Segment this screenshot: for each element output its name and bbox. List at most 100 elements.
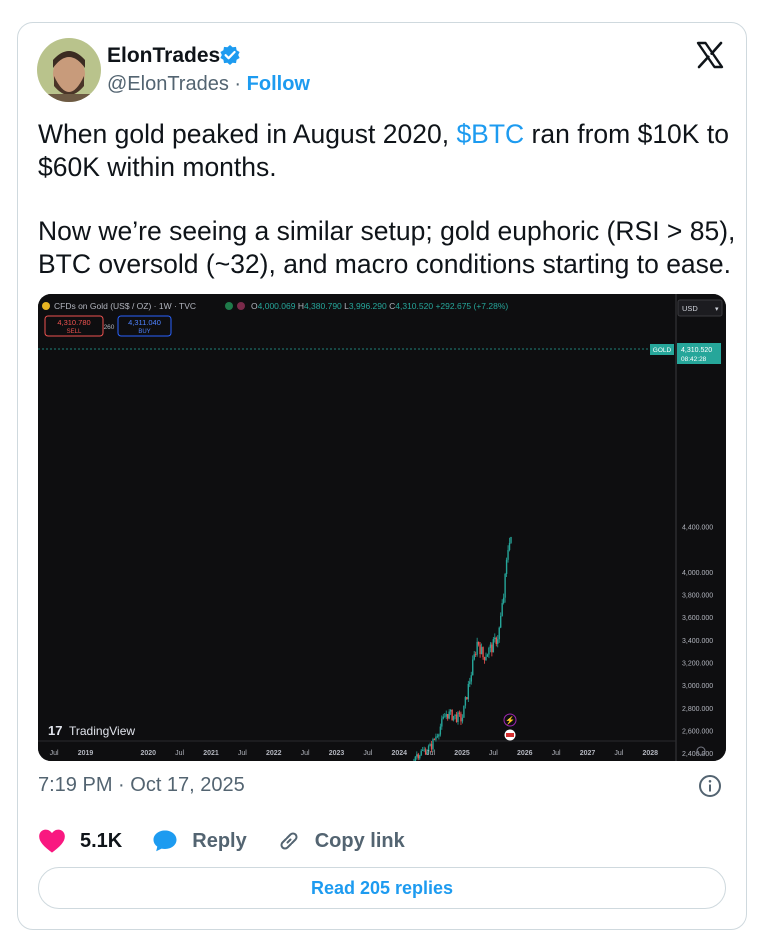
x-tick-label: Jul: [238, 750, 247, 757]
y-tick-label: 4,000.000: [682, 570, 713, 577]
candle-body: [464, 697, 467, 706]
candle-body: [454, 714, 456, 716]
candle-body: [460, 713, 462, 722]
candle-body: [439, 726, 442, 735]
like-count: 5.1K: [80, 829, 123, 852]
market-status-icon: [225, 302, 233, 310]
candle-body: [455, 714, 458, 722]
reply-label: Reply: [192, 829, 247, 852]
cashtag-link[interactable]: $BTC: [456, 119, 524, 149]
x-tick-label: 2027: [580, 750, 596, 757]
candle-body: [488, 647, 490, 655]
link-icon: [280, 832, 298, 850]
candle-body: [485, 656, 487, 661]
sell-label: SELL: [67, 329, 82, 335]
tweet-text: When gold peaked in August 2020, $BTC ra…: [38, 118, 738, 281]
candle-body: [420, 750, 422, 756]
candle-body: [438, 734, 440, 737]
candle-body: [448, 711, 450, 719]
currency-label: USD: [682, 304, 698, 313]
tweet-text-part: When gold peaked in August 2020,: [38, 119, 457, 149]
like-button[interactable]: 5.1K: [38, 828, 122, 854]
copy-link-button[interactable]: Copy link: [277, 829, 405, 853]
follow-button[interactable]: Follow: [247, 73, 310, 95]
verified-badge-icon: [220, 45, 240, 65]
candle-body: [435, 736, 437, 740]
gold-price-chart: 4,400.000 4,000.000 3,800.000 3,600.000 3,40…: [38, 294, 726, 761]
sell-price: 4,310.780: [57, 318, 90, 327]
candle-body: [504, 573, 506, 598]
read-replies-button[interactable]: Read 205 replies: [38, 867, 726, 909]
candle-body: [429, 744, 431, 747]
heart-icon: [39, 829, 65, 853]
candle-body: [486, 654, 489, 657]
candle-body: [416, 754, 418, 757]
x-tick-label: 2024: [391, 750, 407, 757]
x-logo-icon[interactable]: [696, 41, 724, 69]
candle-body: [476, 641, 478, 655]
ohlc-h-value: 4,380.790: [304, 301, 342, 311]
candle-body: [479, 644, 481, 655]
candle-body: [482, 647, 484, 658]
x-tick-label: Jul: [489, 750, 498, 757]
candle-body: [495, 637, 497, 644]
x-tick-label: Jul: [50, 750, 59, 757]
y-tick-label: 2,800.000: [682, 706, 713, 713]
chevron-down-icon: ▾: [715, 306, 719, 313]
candle-body: [499, 615, 502, 628]
chart-symbol[interactable]: CFDs on Gold (US$ / OZ) · 1W · TVC: [54, 301, 196, 311]
y-tick-label: 3,400.000: [682, 638, 713, 645]
ohlc-o-value: 4,000.069: [258, 301, 296, 311]
author-name[interactable]: ElonTrades: [107, 44, 220, 68]
tradingview-logo-icon: 17: [48, 723, 62, 738]
candle-body: [419, 755, 421, 759]
currency-selector[interactable]: USD ▾: [677, 299, 723, 317]
tweet-timestamp[interactable]: 7:19 PM · Oct 17, 2025: [38, 774, 245, 797]
chart-image[interactable]: 4,400.000 4,000.000 3,800.000 3,600.000 3,40…: [38, 294, 726, 761]
candle-body: [494, 637, 496, 640]
candle-body: [433, 739, 436, 740]
ohlc-readout: O4,000.069 H4,380.790 L3,996.290 C4,310.…: [251, 301, 508, 311]
candle-body: [498, 627, 500, 640]
last-price-symbol: GOLD: [653, 347, 672, 354]
candle-body: [461, 717, 464, 722]
x-tick-label: 2019: [78, 750, 94, 757]
tweet-paragraph-2: Now we’re seeing a similar setup; gold e…: [38, 216, 736, 279]
x-tick-label: 2021: [203, 750, 219, 757]
author-handle[interactable]: @ElonTrades: [107, 73, 229, 95]
separator-dot: ·: [234, 73, 242, 95]
candle-body: [444, 716, 446, 718]
x-tick-label: Jul: [363, 750, 372, 757]
candle-body: [489, 644, 492, 648]
candle-body: [508, 542, 511, 551]
x-tick-label: 2023: [329, 750, 345, 757]
candle-body: [451, 709, 453, 721]
ohlc-l-value: 3,996.290: [349, 301, 387, 311]
candle-body: [469, 681, 471, 684]
info-icon[interactable]: [698, 774, 722, 798]
candle-body: [414, 756, 417, 761]
reply-bubble-icon: [153, 830, 177, 852]
avatar[interactable]: [37, 38, 101, 102]
action-bar: 5.1K Reply Copy link: [38, 826, 435, 856]
reply-button[interactable]: Reply: [152, 829, 247, 853]
last-price-value: 4,310.520: [681, 347, 712, 354]
copy-link-label: Copy link: [314, 829, 405, 852]
candle-body: [417, 754, 419, 759]
x-tick-label: 2028: [642, 750, 658, 757]
buy-label: BUY: [138, 329, 150, 335]
candle-body: [466, 697, 468, 700]
candle-body: [445, 714, 447, 717]
y-tick-label: 3,200.000: [682, 660, 713, 667]
x-tick-label: Jul: [175, 750, 184, 757]
tradingview-brand: TradingView: [69, 724, 135, 738]
candle-body: [507, 550, 509, 560]
candle-body: [510, 536, 512, 543]
buy-price: 4,311.040: [128, 318, 161, 327]
candle-body: [421, 750, 424, 751]
x-tick-label: Jul: [614, 750, 623, 757]
indicator-dot-icon: [237, 302, 245, 310]
x-tick-label: 2022: [266, 750, 282, 757]
candle-body: [473, 654, 475, 660]
candle-body: [470, 675, 472, 682]
